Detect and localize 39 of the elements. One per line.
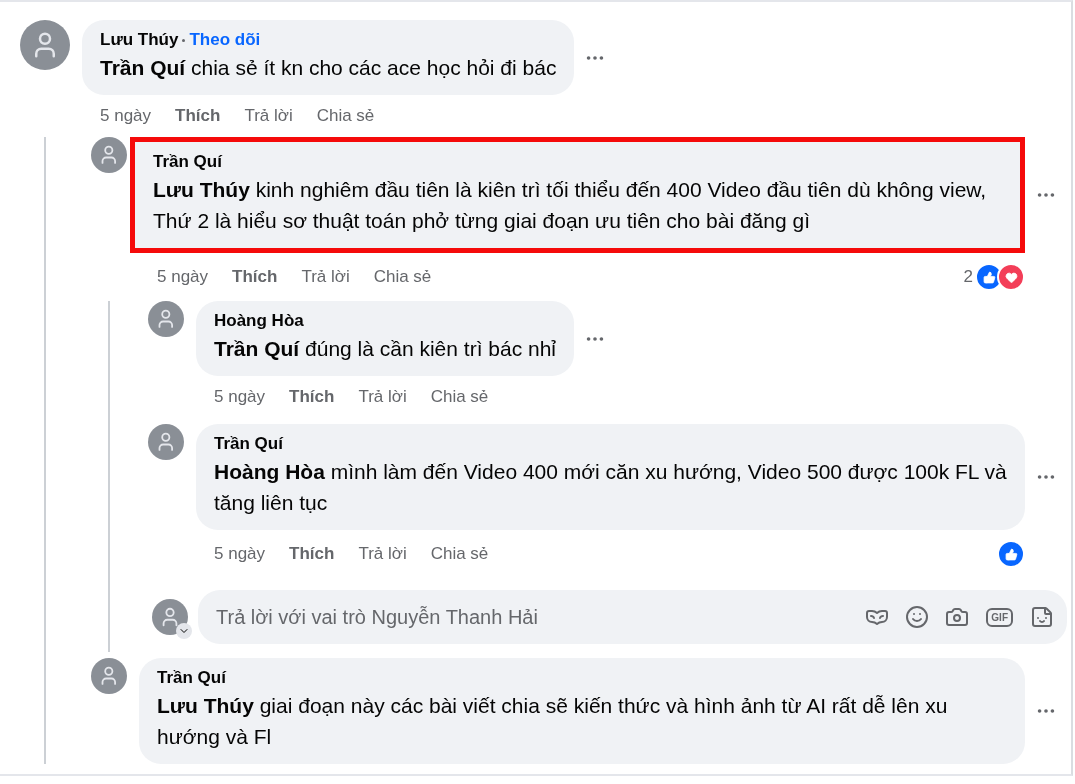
avatar[interactable]	[20, 20, 70, 70]
comment-action-link[interactable]: Trả lời	[244, 106, 293, 126]
chevron-down-icon[interactable]	[176, 623, 192, 639]
comment-action-link[interactable]: Thích	[289, 544, 335, 564]
avatar[interactable]	[148, 424, 184, 460]
comment-time: 5 ngày	[157, 267, 209, 287]
separator-dot	[182, 38, 186, 42]
comment-action-link[interactable]: Thích	[232, 267, 278, 287]
like-reaction-icon[interactable]	[997, 540, 1025, 568]
comment-text: Lưu Thúy kinh nghiêm đầu tiên là kiên trì tối thiểu đến 400 Video đầu tiên dù không view, Thứ 2 là hiểu sơ thuật toán phở từng giai đoạn ưu tiên cho bài đăng gì	[153, 177, 988, 234]
comment-time: 5 ngày	[214, 387, 266, 407]
comment-action-link[interactable]: Trả lời	[301, 267, 350, 287]
comment-action-link[interactable]: Chia sẻ	[373, 267, 432, 287]
follow-link[interactable]: Theo dõi	[189, 30, 261, 50]
avatar[interactable]	[91, 658, 127, 694]
author-name[interactable]: Trần Quí	[153, 152, 222, 172]
comment-text: Lưu Thúy giai đoạn này các bài viết chia sẽ kiến thức và hình ảnh từ AI rất dễ lên xu hướng và Fl	[157, 693, 949, 750]
comment-time: 5 ngày	[100, 106, 152, 126]
comment-action-link[interactable]: Trả lời	[358, 387, 407, 407]
author-name[interactable]: Lưu Thúy	[100, 30, 179, 50]
reaction-count: 2	[963, 267, 973, 287]
comment-action-link[interactable]: Chia sẻ	[430, 387, 489, 407]
comment-action-link[interactable]: Thích	[175, 106, 221, 126]
author-name[interactable]: Trần Quí	[157, 668, 226, 688]
comment-text: Hoàng Hòa mình làm đến Video 400 mới căn xu hướng, Video 500 được 100k FL và tăng liên tục	[214, 459, 1007, 516]
comment-action-link[interactable]: Trả lời	[358, 544, 407, 564]
comment-text: Trần Quí chia sẻ ít kn cho các ace học hỏi đi bác	[100, 55, 557, 81]
avatar[interactable]	[91, 137, 127, 173]
avatar[interactable]	[148, 301, 184, 337]
author-name[interactable]: Hoàng Hòa	[214, 311, 304, 331]
comment-text: Trần Quí đúng là cần kiên trì bác nhỉ	[214, 336, 557, 362]
heart-reaction-icon[interactable]	[997, 263, 1025, 291]
comment-time: 5 ngày	[214, 544, 266, 564]
author-name[interactable]: Trần Quí	[214, 434, 283, 454]
comment-action-link[interactable]: Chia sẻ	[316, 106, 375, 126]
comment-action-link[interactable]: Chia sẻ	[430, 544, 489, 564]
comment-action-link[interactable]: Thích	[289, 387, 335, 407]
gif-button[interactable]: GIF	[986, 607, 1013, 627]
reply-input-field[interactable]: Trả lời với vai trò Nguyễn Thanh Hải GIF	[198, 590, 1067, 644]
